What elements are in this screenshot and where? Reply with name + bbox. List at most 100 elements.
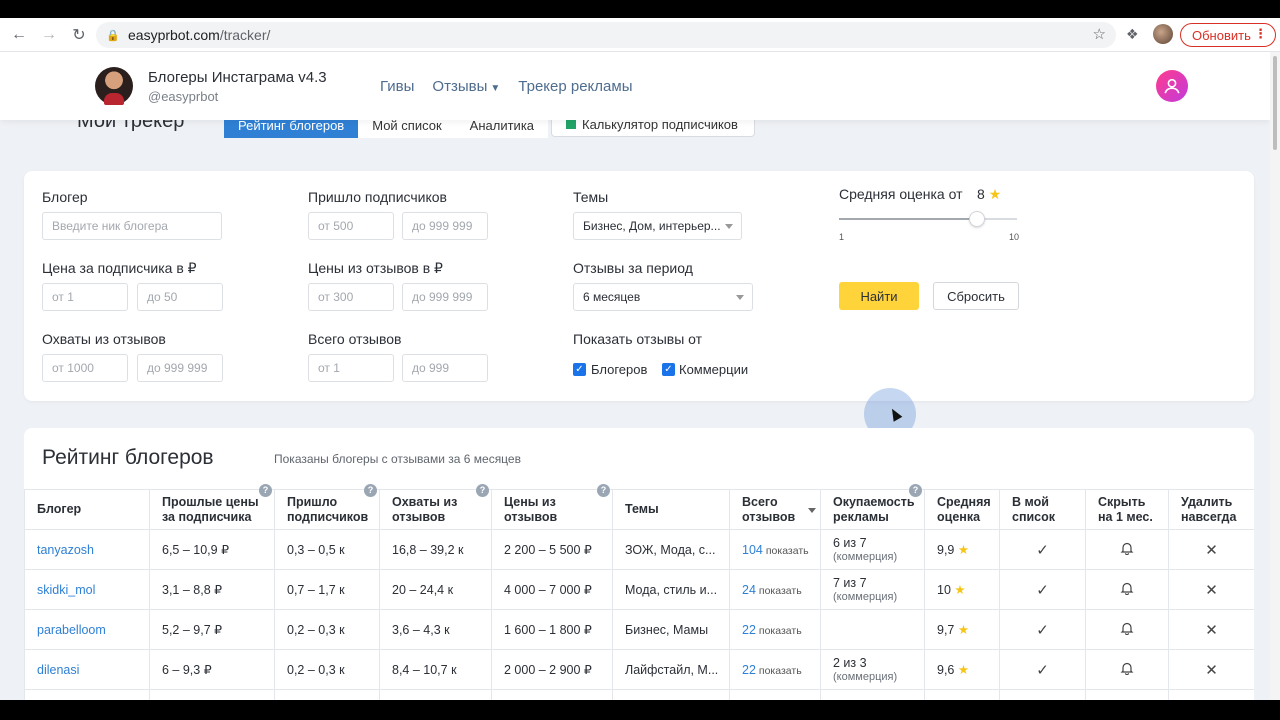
review-count[interactable]: 24 xyxy=(742,583,756,597)
show-reviews-link[interactable]: показать xyxy=(766,545,809,557)
blogger-input[interactable]: Введите ник блогера xyxy=(42,212,222,240)
site-title[interactable]: Блогеры Инстаграма v4.3 xyxy=(148,69,327,86)
review-count[interactable]: 22 xyxy=(742,623,756,637)
costs-cell: 1 600 – 1 800 ₽ xyxy=(491,609,613,650)
score-cell: 9,6 ★ xyxy=(924,649,1000,690)
payback-value: 7 из 7 xyxy=(833,575,867,590)
hide-cell xyxy=(1085,569,1169,610)
score-slider-handle[interactable] xyxy=(969,211,986,227)
bloggers-checkbox[interactable]: ✓ xyxy=(573,363,586,376)
check-icon[interactable]: ✓ xyxy=(1036,662,1049,679)
price-sub-to-input[interactable]: до 50 xyxy=(137,283,223,311)
extensions-puzzle-icon[interactable]: ❖ xyxy=(1126,26,1139,43)
find-button[interactable]: Найти xyxy=(839,282,919,310)
show-reviews-link[interactable]: показать xyxy=(759,625,802,637)
profile-avatar[interactable] xyxy=(1153,24,1173,44)
reach-to-input[interactable]: до 999 999 xyxy=(137,354,223,382)
col-score[interactable]: Средняя оценка xyxy=(924,489,1000,530)
reach-from-input[interactable]: от 1000 xyxy=(42,354,128,382)
col-past-prices[interactable]: Прошлые цены за подписчика? xyxy=(149,484,275,530)
themes-select[interactable]: Бизнес, Дом, интерьер... xyxy=(573,212,742,240)
user-account-button[interactable] xyxy=(1156,70,1188,102)
add-to-list-cell: ✓ xyxy=(999,529,1086,570)
reload-icon[interactable]: ↻ xyxy=(68,24,90,46)
delete-cell: ✕ xyxy=(1168,609,1254,650)
review-count[interactable]: 104 xyxy=(742,543,763,557)
blogger-cell[interactable]: skidki_mol xyxy=(24,569,150,610)
close-icon[interactable]: ✕ xyxy=(1205,662,1218,679)
help-icon[interactable]: ? xyxy=(364,484,377,497)
review-count[interactable]: 22 xyxy=(742,663,756,677)
col-themes[interactable]: Темы xyxy=(612,489,730,530)
commerce-checkbox-label[interactable]: Коммерции xyxy=(679,362,748,377)
check-icon[interactable]: ✓ xyxy=(1036,622,1049,639)
blogger-cell[interactable]: tanyazosh xyxy=(24,529,150,570)
blogger-cell[interactable] xyxy=(24,689,150,700)
bloggers-checkbox-label[interactable]: Блогеров xyxy=(591,362,647,377)
help-icon[interactable]: ? xyxy=(259,484,272,497)
nav-giveaways[interactable]: Гивы xyxy=(380,78,414,95)
help-icon[interactable]: ? xyxy=(909,484,922,497)
blogger-cell[interactable]: parabelloom xyxy=(24,609,150,650)
col-total[interactable]: Всего отзывов xyxy=(729,489,821,530)
col-payback[interactable]: Окупаемость рекламы? xyxy=(820,484,925,530)
show-reviews-link[interactable]: показать xyxy=(759,665,802,677)
col-subs[interactable]: Пришло подписчиков? xyxy=(274,484,380,530)
col-blogger[interactable]: Блогер xyxy=(24,489,150,530)
check-icon[interactable]: ✓ xyxy=(1036,542,1049,559)
blogger-link[interactable]: skidki_mol xyxy=(37,583,95,597)
address-bar[interactable]: 🔒 easyprbot.com/tracker/ ☆ xyxy=(96,22,1116,48)
themes-cell xyxy=(612,689,730,700)
logo-avatar[interactable] xyxy=(95,67,133,105)
past-prices-cell: 5,2 – 9,7 ₽ xyxy=(149,609,275,650)
back-icon[interactable]: ← xyxy=(8,24,30,46)
payback-cell: 6 из 7 (коммерция) xyxy=(820,529,925,570)
col-reach[interactable]: Охваты из отзывов? xyxy=(379,484,492,530)
commerce-checkbox[interactable]: ✓ xyxy=(662,363,675,376)
prices-from-input[interactable]: от 300 xyxy=(308,283,394,311)
col-costs[interactable]: Цены из отзывов? xyxy=(491,484,613,530)
blogger-link[interactable]: parabelloom xyxy=(37,623,106,637)
nav-ad-tracker[interactable]: Трекер рекламы xyxy=(518,78,632,95)
hide-cell xyxy=(1085,609,1169,650)
more-menu-icon[interactable]: ⋮ xyxy=(1254,26,1267,42)
bell-icon[interactable] xyxy=(1120,621,1134,635)
avg-score-number: 8 xyxy=(977,186,985,202)
prices-to-input[interactable]: до 999 999 xyxy=(402,283,488,311)
help-icon[interactable]: ? xyxy=(597,484,610,497)
reach-label: Охваты из отзывов xyxy=(42,331,166,347)
scrollbar-thumb[interactable] xyxy=(1273,56,1277,150)
check-icon[interactable]: ✓ xyxy=(1036,582,1049,599)
close-icon[interactable]: ✕ xyxy=(1205,622,1218,639)
page-scrollbar[interactable] xyxy=(1270,52,1280,700)
blogger-cell[interactable]: dilenasi xyxy=(24,649,150,690)
total-to-input[interactable]: до 999 xyxy=(402,354,488,382)
url-path: /tracker/ xyxy=(219,27,271,43)
update-button[interactable]: Обновить ⋮ xyxy=(1180,23,1276,47)
close-icon[interactable]: ✕ xyxy=(1205,582,1218,599)
star-icon: ★ xyxy=(957,663,970,677)
col-hide: Скрыть на 1 мес. xyxy=(1085,489,1169,530)
show-reviews-link[interactable]: показать xyxy=(759,585,802,597)
blogger-link[interactable]: dilenasi xyxy=(37,663,79,677)
forward-icon[interactable]: → xyxy=(38,24,60,46)
bell-icon[interactable] xyxy=(1120,661,1134,675)
show-from-label: Показать отзывы от xyxy=(573,331,703,347)
help-icon[interactable]: ? xyxy=(476,484,489,497)
blogger-link[interactable]: tanyazosh xyxy=(37,543,94,557)
bookmark-star-icon[interactable]: ☆ xyxy=(1093,25,1106,43)
period-select[interactable]: 6 месяцев xyxy=(573,283,753,311)
subs-from-input[interactable]: от 500 xyxy=(308,212,394,240)
past-prices-cell xyxy=(149,689,275,700)
sort-desc-icon[interactable] xyxy=(808,508,816,513)
total-from-input[interactable]: от 1 xyxy=(308,354,394,382)
subs-to-input[interactable]: до 999 999 xyxy=(402,212,488,240)
bell-icon[interactable] xyxy=(1120,541,1134,555)
subs-cell xyxy=(274,689,380,700)
bell-icon[interactable] xyxy=(1120,581,1134,595)
nav-reviews[interactable]: Отзывы ▼ xyxy=(432,78,500,95)
close-icon[interactable]: ✕ xyxy=(1205,542,1218,559)
page: Блогеры Инстаграма v4.3 @easyprbot Гивы … xyxy=(0,52,1270,700)
price-sub-from-input[interactable]: от 1 xyxy=(42,283,128,311)
reset-button[interactable]: Сбросить xyxy=(933,282,1019,310)
